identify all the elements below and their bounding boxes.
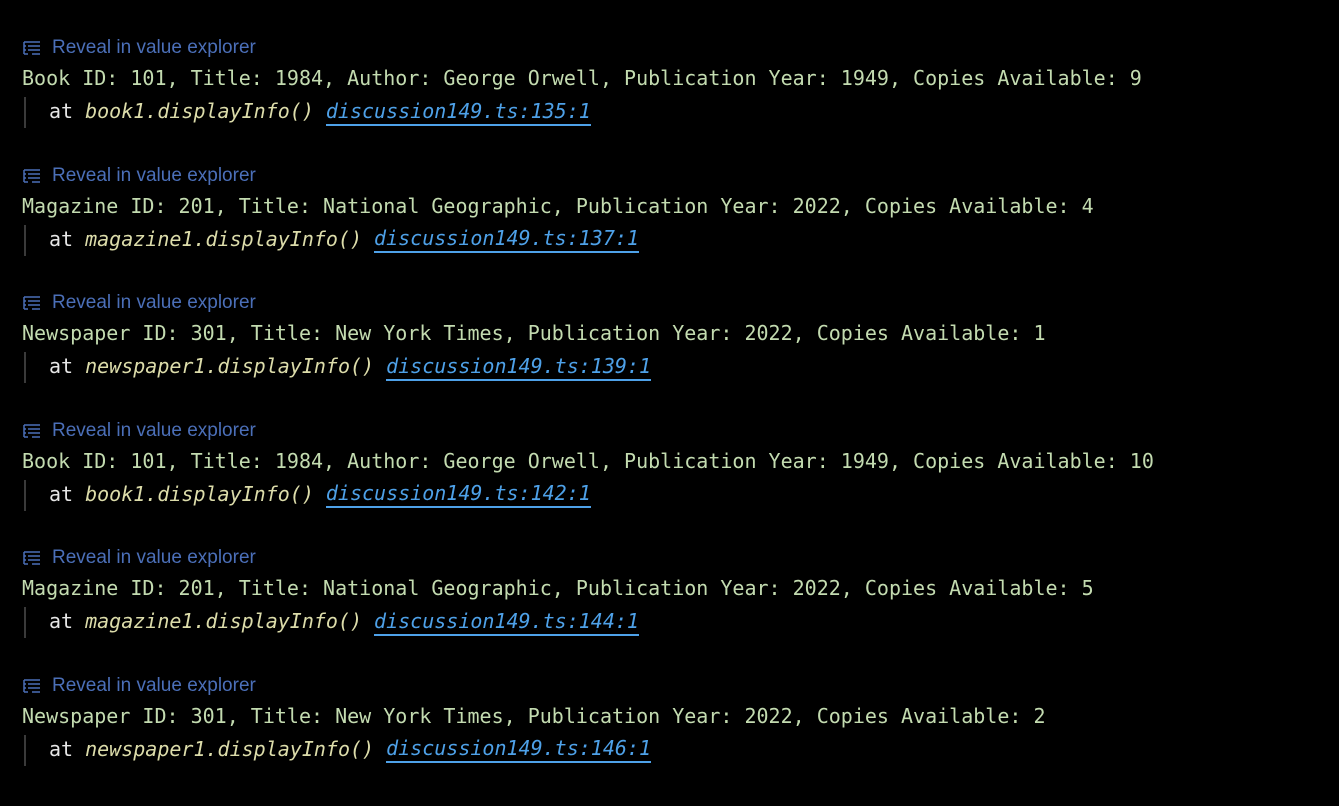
trace-prefix: at bbox=[49, 736, 74, 761]
trace-prefix: at bbox=[49, 354, 74, 378]
trace-prefix: at bbox=[49, 481, 74, 506]
log-entry: Reveal in value explorer Newspaper ID: 3… bbox=[22, 672, 1339, 800]
reveal-in-value-explorer-link[interactable]: Reveal in value explorer bbox=[22, 162, 256, 190]
trace-prefix: at bbox=[49, 226, 74, 251]
reveal-in-value-explorer-link[interactable]: Reveal in value explorer bbox=[22, 417, 256, 445]
stack-trace-line: at book1.displayInfo() discussion149.ts:… bbox=[22, 95, 1339, 128]
source-location-link[interactable]: discussion149.ts:135:1 bbox=[325, 98, 591, 126]
log-entry: Reveal in value explorer Newspaper ID: 3… bbox=[22, 289, 1339, 417]
value-explorer-icon bbox=[23, 551, 40, 565]
trace-prefix: at bbox=[49, 99, 74, 123]
reveal-in-value-explorer-link[interactable]: Reveal in value explorer bbox=[22, 34, 256, 62]
source-location-link[interactable]: discussion149.ts:144:1 bbox=[374, 608, 639, 636]
log-message: Magazine ID: 201, Title: National Geogra… bbox=[22, 576, 1094, 600]
trace-function: book1.displayInfo() bbox=[85, 481, 314, 506]
value-explorer-icon bbox=[23, 41, 40, 55]
stack-trace-line: at newspaper1.displayInfo() discussion14… bbox=[22, 350, 1339, 383]
stack-trace-line: at magazine1.displayInfo() discussion149… bbox=[22, 605, 1339, 638]
reveal-label: Reveal in value explorer bbox=[52, 164, 256, 186]
trace-indent-bar bbox=[24, 97, 26, 128]
reveal-label: Reveal in value explorer bbox=[52, 547, 256, 568]
source-location-link[interactable]: discussion149.ts:146:1 bbox=[386, 735, 651, 763]
log-entry: Reveal in value explorer Magazine ID: 20… bbox=[22, 162, 1339, 290]
source-location-link[interactable]: discussion149.ts:142:1 bbox=[325, 480, 591, 508]
log-message: Newspaper ID: 301, Title: New York Times… bbox=[22, 321, 1046, 345]
trace-indent-bar bbox=[24, 607, 26, 638]
stack-trace-line: at newspaper1.displayInfo() discussion14… bbox=[22, 733, 1339, 766]
stack-trace-line: at book1.displayInfo() discussion149.ts:… bbox=[22, 478, 1339, 511]
stack-trace-line: at magazine1.displayInfo() discussion149… bbox=[22, 223, 1339, 256]
source-location-link[interactable]: discussion149.ts:139:1 bbox=[386, 353, 651, 381]
log-message: Book ID: 101, Title: 1984, Author: Georg… bbox=[22, 66, 1142, 90]
log-entry: Reveal in value explorer Book ID: 101, T… bbox=[22, 34, 1339, 162]
value-explorer-icon bbox=[23, 678, 40, 693]
trace-indent-bar bbox=[24, 734, 26, 766]
trace-function: book1.displayInfo() bbox=[85, 99, 314, 123]
reveal-in-value-explorer-link[interactable]: Reveal in value explorer bbox=[22, 672, 256, 700]
trace-function: newspaper1.displayInfo() bbox=[85, 354, 375, 378]
trace-indent-bar bbox=[24, 479, 26, 511]
value-explorer-icon bbox=[23, 423, 40, 438]
value-explorer-icon bbox=[23, 168, 40, 183]
reveal-label: Reveal in value explorer bbox=[52, 674, 256, 696]
log-message: Book ID: 101, Title: 1984, Author: Georg… bbox=[22, 448, 1154, 473]
source-location-link[interactable]: discussion149.ts:137:1 bbox=[374, 225, 639, 253]
trace-function: magazine1.displayInfo() bbox=[85, 609, 363, 633]
trace-indent-bar bbox=[24, 224, 26, 256]
log-entry: Reveal in value explorer Magazine ID: 20… bbox=[22, 544, 1339, 672]
log-message: Magazine ID: 201, Title: National Geogra… bbox=[22, 193, 1094, 218]
reveal-in-value-explorer-link[interactable]: Reveal in value explorer bbox=[22, 544, 256, 572]
trace-prefix: at bbox=[49, 609, 74, 633]
reveal-label: Reveal in value explorer bbox=[52, 292, 256, 313]
reveal-in-value-explorer-link[interactable]: Reveal in value explorer bbox=[22, 289, 256, 317]
log-entry: Reveal in value explorer Book ID: 101, T… bbox=[22, 417, 1339, 545]
reveal-label: Reveal in value explorer bbox=[52, 37, 256, 58]
trace-function: magazine1.displayInfo() bbox=[85, 226, 363, 251]
log-message: Newspaper ID: 301, Title: New York Times… bbox=[22, 703, 1046, 728]
trace-function: newspaper1.displayInfo() bbox=[85, 736, 375, 761]
trace-indent-bar bbox=[24, 352, 26, 383]
value-explorer-icon bbox=[23, 296, 40, 310]
console-output: Reveal in value explorer Book ID: 101, T… bbox=[0, 0, 1339, 806]
reveal-label: Reveal in value explorer bbox=[52, 419, 256, 441]
